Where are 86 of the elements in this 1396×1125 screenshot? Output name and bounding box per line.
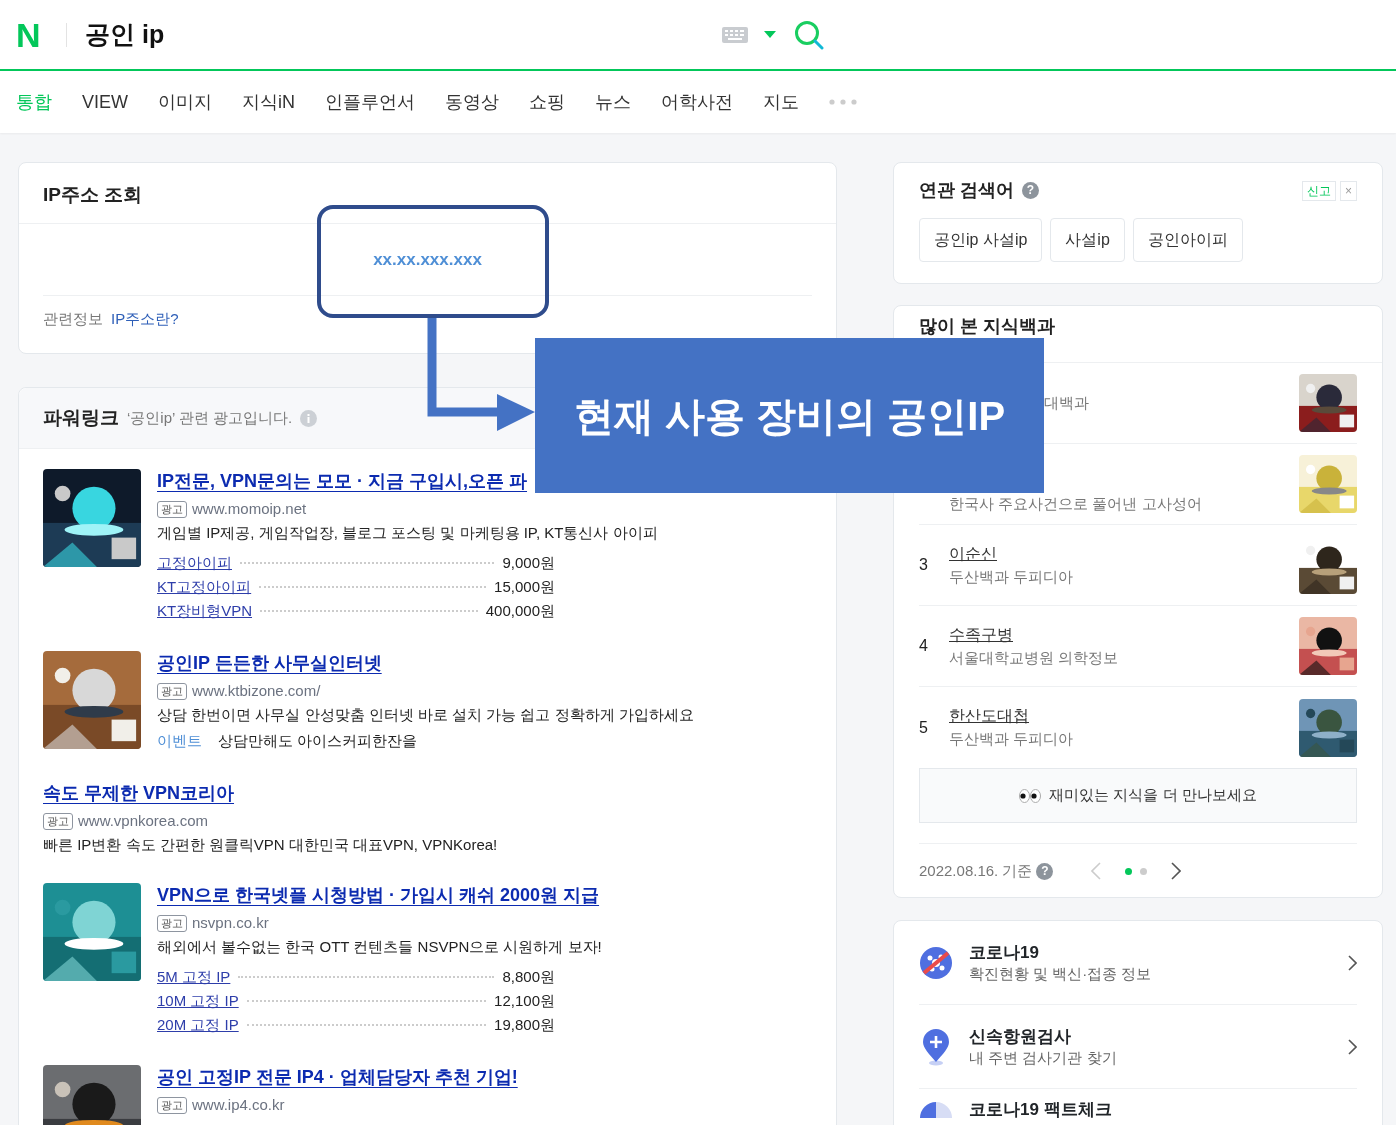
entry-source: 서울대학교병원 의학정보	[949, 647, 1120, 668]
info-icon[interactable]	[300, 409, 318, 427]
price: 12,100원	[494, 991, 555, 1011]
related-link[interactable]: IP주소란?	[111, 308, 179, 331]
event-text: 상담만해도 아이스커피한잔을	[218, 731, 418, 751]
search-query[interactable]: 공인 ip	[85, 15, 165, 54]
search-icon[interactable]	[794, 19, 825, 50]
tab[interactable]: 인플루언서	[325, 88, 415, 116]
service-subtitle: 확진현황 및 백신·접종 정보	[969, 963, 1153, 984]
chevron-icon[interactable]	[1348, 1038, 1357, 1055]
price: 19,800원	[494, 1015, 555, 1035]
price-link[interactable]: 10M 고정 IP	[157, 989, 239, 1013]
pie-chart-icon	[919, 1100, 953, 1118]
page-dot[interactable]	[1140, 867, 1148, 875]
rank-number: 5	[919, 717, 929, 738]
ad-url[interactable]: www.vpnkorea.com	[78, 809, 209, 833]
tab[interactable]: 쇼핑	[529, 88, 565, 116]
ad-title[interactable]: VPN으로 한국넷플 시청방법 · 가입시 캐쉬 2000원 지급	[157, 883, 600, 907]
tab[interactable]: 이미지	[158, 88, 212, 116]
rank-number: 4	[919, 636, 929, 656]
ad-title[interactable]: 속도 무제한 VPN코리아	[43, 781, 234, 805]
chevron-icon[interactable]	[1348, 954, 1357, 971]
price-link[interactable]: KT장비형VPN	[157, 599, 252, 623]
section-title: 파워링크	[43, 405, 119, 430]
ad-badge: 광고	[157, 500, 187, 518]
price: 400,000원	[485, 601, 555, 621]
price: 8,800원	[502, 967, 555, 987]
price-link[interactable]: 5M 고정 IP	[157, 965, 231, 989]
service-subtitle: 내 주변 검사기관 찾기	[969, 1047, 1118, 1068]
related-search-tag[interactable]: 사설ip	[1050, 218, 1125, 262]
ad-title[interactable]: 공인 고정IP 전문 IP4 · 업체담당자 추천 기업!	[157, 1065, 518, 1089]
entry-source: 두산백과 두피디아	[949, 566, 1075, 587]
tab[interactable]: 뉴스	[595, 88, 631, 116]
entry-source: 대백과	[1044, 392, 1090, 413]
keyboard-icon[interactable]	[722, 26, 749, 43]
ad-badge: 광고	[157, 1096, 187, 1114]
entry-title[interactable]: 수족구병	[949, 622, 1299, 647]
eyes-icon	[1019, 788, 1042, 803]
caret-icon[interactable]	[764, 31, 777, 38]
ad-description: 게임별 IP제공, 게임작업장, 블로그 포스팅 및 마케팅용 IP, KT통신사 아이피	[157, 523, 658, 543]
next-icon[interactable]	[1171, 862, 1182, 880]
date-label: 2022.08.16. 기준	[919, 860, 1033, 881]
ad-url[interactable]: www.momoip.net	[192, 497, 307, 521]
tab[interactable]: 지식iN	[242, 88, 295, 116]
price-link[interactable]: 고정아이피	[157, 551, 232, 575]
card-title: IP주소 조회	[43, 184, 143, 205]
more-icon[interactable]	[829, 99, 857, 105]
entry-source: 두산백과 두피디아	[949, 729, 1075, 750]
tab[interactable]: 어학사전	[661, 88, 733, 116]
related-search-tag[interactable]: 공인ip 사설ip	[919, 218, 1043, 262]
page-dot[interactable]	[1125, 867, 1133, 875]
ad-url[interactable]: nsvpn.co.kr	[192, 911, 269, 935]
ad-url[interactable]: www.ktbizone.com/	[192, 679, 321, 703]
related-search-tag[interactable]: 공인아이피	[1132, 218, 1243, 262]
price: 9,000원	[502, 553, 555, 573]
virus-icon	[919, 945, 953, 980]
related-label: 관련정보	[43, 309, 103, 329]
service-title[interactable]: 코로나19	[969, 941, 1332, 963]
ad-description: 빠른 IP변환 속도 간편한 원클릭VPN 대한민국 대표VPN, VPNKorea!	[43, 835, 498, 855]
rank-number: 3	[919, 555, 929, 575]
entry-title[interactable]: 한산도대첩	[949, 704, 1299, 729]
price-link[interactable]: 20M 고정 IP	[157, 1013, 239, 1037]
price-link[interactable]: KT고정아이피	[157, 575, 252, 599]
section-subtitle: ‘공인ip’ 관련 광고입니다.	[127, 407, 293, 428]
tab[interactable]: 지도	[763, 88, 799, 116]
ad-description: 상담 한번이면 사무실 안성맞춤 인터넷 바로 설치 가능 쉽고 정확하게 가입하세요	[157, 705, 694, 725]
ad-title[interactable]: 공인IP 든든한 사무실인터넷	[157, 651, 382, 675]
ad-description: 해외에서 볼수없는 한국 OTT 컨텐츠들 NSVPN으로 시원하게 보자!	[157, 937, 602, 957]
tab[interactable]: 동영상	[445, 88, 499, 116]
price: 15,000원	[494, 577, 555, 597]
entry-source: 한국사 주요사건으로 풀어낸 고사성어	[949, 493, 1203, 514]
previous-icon[interactable]	[1091, 862, 1102, 880]
entry-title[interactable]: 이순신	[949, 541, 1299, 566]
card-title: 많이 본 지식백과	[919, 316, 1055, 336]
ad-badge: 광고	[157, 914, 187, 932]
callout-box: 현재 사용 장비의 공인IP	[535, 338, 1044, 493]
ad-url[interactable]: www.ip4.co.kr	[192, 1093, 285, 1117]
ad-badge: 광고	[157, 682, 187, 700]
more-button[interactable]: 재미있는 지식을 더 만나보세요	[919, 768, 1357, 823]
service-title[interactable]: 신속항원검사	[969, 1025, 1332, 1047]
ad-title[interactable]: IP전문, VPN문의는 모모 · 지금 구입시,오픈 파	[157, 469, 528, 493]
ad-badge: 광고	[43, 812, 73, 830]
service-title[interactable]: 코로나19 팩트체크	[969, 1098, 1357, 1120]
tab[interactable]: VIEW	[82, 88, 128, 116]
card-title: 연관 검색어	[919, 179, 1014, 202]
ip-address: xx.xx.xxx.xxx	[373, 248, 482, 271]
